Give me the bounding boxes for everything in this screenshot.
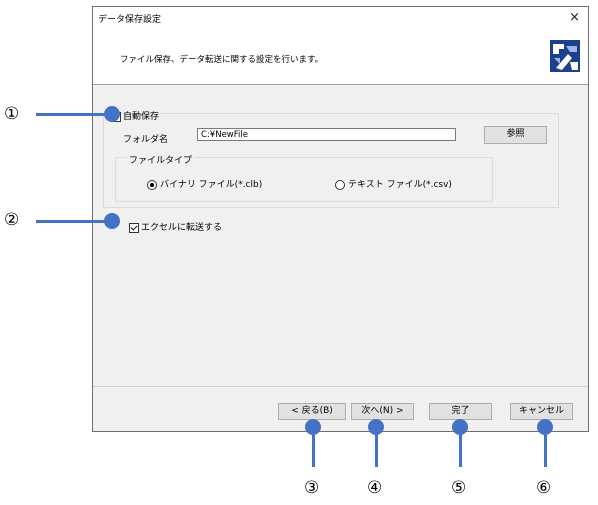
app-logo-icon xyxy=(550,40,580,72)
title-bar: データ保存設定 × xyxy=(93,7,588,31)
close-icon[interactable]: × xyxy=(569,10,580,25)
callout-number-1: ① xyxy=(4,104,20,124)
callout-dot-2 xyxy=(104,213,120,229)
radio-selected-icon[interactable] xyxy=(147,179,157,190)
finish-button[interactable]: 完了 xyxy=(429,403,492,420)
callout-line-6 xyxy=(544,427,547,467)
header-description: ファイル保存、データ転送に関する設定を行います。 xyxy=(120,55,324,65)
excel-transfer-label: エクセルに転送する xyxy=(141,223,223,233)
dialog-header: ファイル保存、データ転送に関する設定を行います。 xyxy=(93,31,588,85)
folder-label: フォルダ名 xyxy=(123,135,169,145)
file-type-label: ファイルタイプ xyxy=(127,153,195,166)
back-button[interactable]: < 戻る(B) xyxy=(278,403,346,420)
excel-transfer-checkbox[interactable]: エクセルに転送する xyxy=(129,220,222,233)
callout-line-4 xyxy=(375,427,378,467)
callout-line-2 xyxy=(36,220,112,223)
callout-number-2: ② xyxy=(4,210,20,230)
callout-line-3 xyxy=(312,427,315,467)
radio-binary-label: バイナリ ファイル(*.clb) xyxy=(160,180,263,190)
callout-line-1 xyxy=(36,113,112,116)
callout-number-5: ⑤ xyxy=(451,478,467,498)
radio-text[interactable]: テキスト ファイル(*.csv) xyxy=(335,177,452,190)
auto-save-label: 自動保存 xyxy=(123,112,160,122)
radio-unselected-icon[interactable] xyxy=(335,179,345,190)
callout-number-6: ⑥ xyxy=(536,478,552,498)
dialog-title: データ保存設定 xyxy=(98,15,162,25)
footer-divider xyxy=(93,386,588,387)
checkbox-checked-icon[interactable] xyxy=(129,222,139,233)
radio-text-label: テキスト ファイル(*.csv) xyxy=(348,180,452,190)
radio-binary[interactable]: バイナリ ファイル(*.clb) xyxy=(147,177,262,190)
next-button[interactable]: 次へ(N) > xyxy=(351,403,414,420)
folder-input[interactable]: C:¥NewFile xyxy=(197,128,456,141)
settings-dialog: データ保存設定 × ファイル保存、データ転送に関する設定を行います。 自動保存 … xyxy=(92,6,589,432)
callout-number-3: ③ xyxy=(304,478,320,498)
callout-dot-1 xyxy=(104,106,120,122)
cancel-button[interactable]: キャンセル xyxy=(510,403,573,420)
browse-button[interactable]: 参照 xyxy=(484,126,547,144)
callout-line-5 xyxy=(459,427,462,467)
callout-number-4: ④ xyxy=(367,478,383,498)
